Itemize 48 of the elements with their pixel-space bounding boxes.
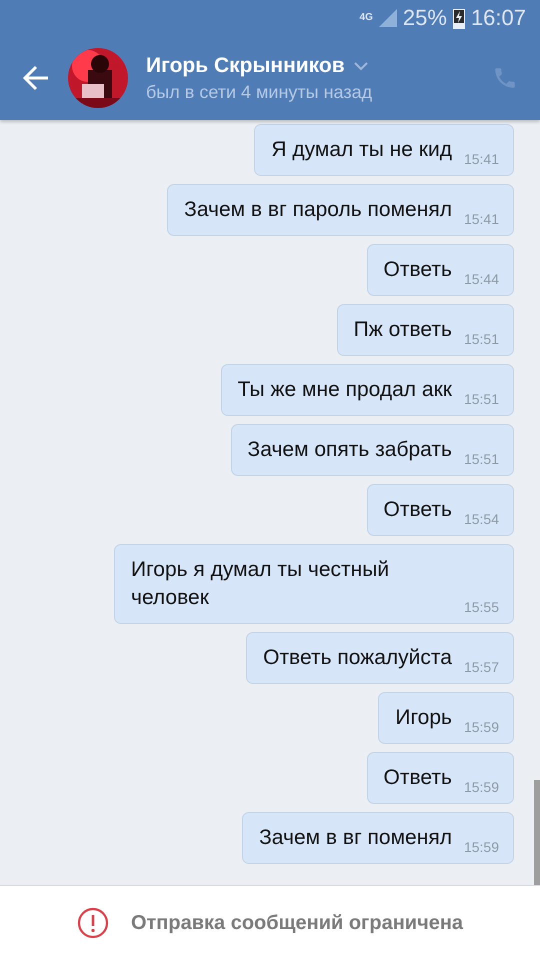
warning-icon	[76, 907, 109, 939]
message-bubble[interactable]: Зачем в вг пароль поменял 15:41	[167, 184, 514, 236]
message-bubble[interactable]: Ответь 15:59	[366, 752, 514, 804]
message-time: 15:57	[464, 659, 499, 675]
message-time: 15:55	[464, 599, 499, 615]
message-bubble[interactable]: Ты же мне продал акк 15:51	[220, 364, 514, 416]
message-bubble[interactable]: Зачем в вг поменял 15:59	[242, 812, 514, 864]
message-text: Ответь пожалуйста	[263, 645, 452, 671]
message-text: Ответь	[384, 497, 452, 523]
message-time: 15:44	[464, 271, 499, 287]
message-text: Я думал ты не кид	[271, 137, 452, 163]
message-text: Ты же мне продал акк	[238, 377, 452, 403]
back-arrow-icon[interactable]	[22, 64, 50, 92]
message-time: 15:51	[464, 451, 499, 467]
message-text: Игорь	[395, 705, 452, 731]
signal-icon	[378, 9, 397, 27]
message-time: 15:41	[464, 211, 499, 227]
message-bubble[interactable]: Ответь пожалуйста 15:57	[246, 632, 514, 684]
battery-percent: 25%	[402, 5, 447, 31]
chevron-down-icon[interactable]	[352, 60, 369, 70]
message-text: Зачем опять забрать	[248, 437, 452, 463]
message-time: 15:59	[464, 839, 499, 855]
message-time: 15:51	[464, 391, 499, 407]
battery-charging-icon	[452, 7, 465, 29]
contact-name[interactable]: Игорь Скрынников	[146, 54, 345, 78]
message-bubble[interactable]: Пж ответь 15:51	[336, 304, 514, 356]
message-text: Зачем в вг пароль поменял	[184, 197, 452, 223]
message-text: Игорь я думал ты честный человек	[131, 557, 390, 611]
message-text: Пж ответь	[354, 317, 452, 343]
message-bubble[interactable]: Игорь я думал ты честный человек 15:55	[114, 544, 514, 624]
message-time: 15:41	[464, 151, 499, 167]
message-text: Ответь	[384, 257, 452, 283]
last-seen-status: был в сети 4 минуты назад	[146, 82, 374, 102]
message-time: 15:51	[464, 331, 499, 347]
restriction-notice: Отправка сообщений ограничена	[130, 912, 464, 934]
message-time: 15:59	[464, 779, 499, 795]
scrollbar[interactable]	[534, 780, 540, 885]
message-bubble[interactable]: Ответь 15:54	[366, 484, 514, 536]
message-time: 15:54	[464, 511, 499, 527]
message-bubble[interactable]: Я думал ты не кид 15:41	[254, 124, 514, 176]
clock: 16:07	[470, 5, 526, 31]
network-type-label: 4G	[360, 13, 373, 23]
message-text: Зачем в вг поменял	[259, 825, 452, 851]
message-bubble[interactable]: Игорь 15:59	[378, 692, 514, 744]
message-text: Ответь	[384, 765, 452, 791]
message-bubble[interactable]: Ответь 15:44	[366, 244, 514, 296]
message-time: 15:59	[464, 719, 499, 735]
message-bubble[interactable]: Зачем опять забрать 15:51	[230, 424, 514, 476]
